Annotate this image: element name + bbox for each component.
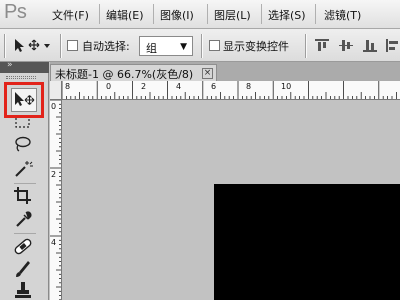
ruler-origin[interactable] — [50, 81, 62, 100]
menu-image[interactable]: 图像(I) — [160, 7, 194, 23]
menu-divider — [99, 4, 100, 24]
menu-divider — [207, 4, 208, 24]
document-tab-title: 未标题-1 @ 66.7%(灰色/8) — [55, 68, 194, 81]
collapse-arrows-icon: » — [7, 60, 12, 70]
crop-tool[interactable] — [11, 185, 37, 209]
menu-divider — [261, 4, 262, 24]
ruler-label: 2 — [141, 82, 147, 91]
menu-filter[interactable]: 滤镜(T) — [324, 7, 361, 23]
horizontal-ruler[interactable]: 8 0 2 4 6 8 10 — [62, 81, 400, 100]
horizontal-ruler-ticks — [62, 81, 397, 99]
healing-brush-tool[interactable] — [11, 235, 37, 259]
ruler-label: 8 — [246, 82, 252, 91]
options-bar: 自动选择: 组 ▼ 显示变换控件 — [0, 29, 400, 62]
document-tab[interactable]: 未标题-1 @ 66.7%(灰色/8) × — [50, 64, 217, 81]
ruler-label: 4 — [51, 238, 57, 247]
ruler-label: 2 — [51, 170, 57, 179]
lasso-icon — [15, 136, 31, 152]
auto-select-value: 组 — [146, 42, 157, 55]
bandage-icon — [14, 238, 32, 255]
eyedropper-icon — [16, 211, 32, 227]
show-transform-label: 显示变换控件 — [223, 40, 289, 53]
tools-panel-grip[interactable] — [6, 76, 36, 79]
options-divider — [201, 34, 202, 58]
brush-tool[interactable] — [11, 258, 37, 282]
chevron-down-icon: ▼ — [180, 42, 187, 52]
ruler-label: 4 — [176, 82, 182, 91]
document-canvas[interactable] — [214, 184, 400, 300]
ruler-label: 0 — [51, 102, 57, 111]
menu-layer[interactable]: 图层(L) — [214, 7, 251, 23]
photoshop-logo: Ps — [4, 1, 27, 23]
menu-file[interactable]: 文件(F) — [52, 7, 89, 23]
tools-panel-header[interactable]: » — [0, 60, 49, 73]
auto-select-label: 自动选择: — [82, 40, 130, 53]
crop-icon — [14, 187, 31, 204]
vertical-ruler[interactable]: 0 2 4 — [50, 100, 62, 300]
eyedropper-tool[interactable] — [11, 208, 37, 232]
options-grip — [4, 34, 5, 58]
align-left-icon[interactable] — [386, 39, 400, 52]
align-top-icon[interactable] — [315, 39, 329, 52]
close-icon[interactable]: × — [202, 68, 213, 79]
move-tool-highlight — [4, 82, 44, 118]
ruler-label: 8 — [65, 82, 71, 91]
vertical-ruler-ticks — [50, 100, 61, 300]
menu-select[interactable]: 选择(S) — [268, 7, 306, 23]
ruler-label: 10 — [281, 82, 292, 91]
clone-stamp-tool[interactable] — [11, 280, 37, 300]
move-tool-preset-icon[interactable] — [13, 38, 53, 54]
menu-divider — [315, 4, 316, 24]
document-tab-strip: 未标题-1 @ 66.7%(灰色/8) × — [50, 62, 400, 81]
brush-icon — [16, 261, 30, 277]
tools-divider — [14, 183, 36, 184]
menu-divider — [153, 4, 154, 24]
options-divider — [60, 34, 61, 58]
align-bottom-icon[interactable] — [363, 39, 377, 52]
auto-select-dropdown[interactable]: 组 ▼ — [139, 36, 193, 56]
ruler-label: 6 — [211, 82, 217, 91]
magic-wand-tool[interactable] — [11, 158, 37, 182]
tools-divider — [14, 233, 36, 234]
lasso-tool[interactable] — [11, 135, 37, 159]
menu-bar: Ps 文件(F) 编辑(E) 图像(I) 图层(L) 选择(S) 滤镜(T) — [0, 0, 400, 29]
stamp-icon — [15, 282, 31, 298]
document-workspace[interactable] — [62, 100, 400, 300]
options-divider — [305, 34, 306, 58]
ruler-label: 0 — [106, 82, 112, 91]
auto-select-checkbox[interactable] — [67, 40, 78, 51]
show-transform-checkbox[interactable] — [209, 40, 220, 51]
align-vertical-center-icon[interactable] — [339, 39, 353, 52]
magic-wand-icon — [15, 161, 33, 177]
menu-edit[interactable]: 编辑(E) — [106, 7, 144, 23]
